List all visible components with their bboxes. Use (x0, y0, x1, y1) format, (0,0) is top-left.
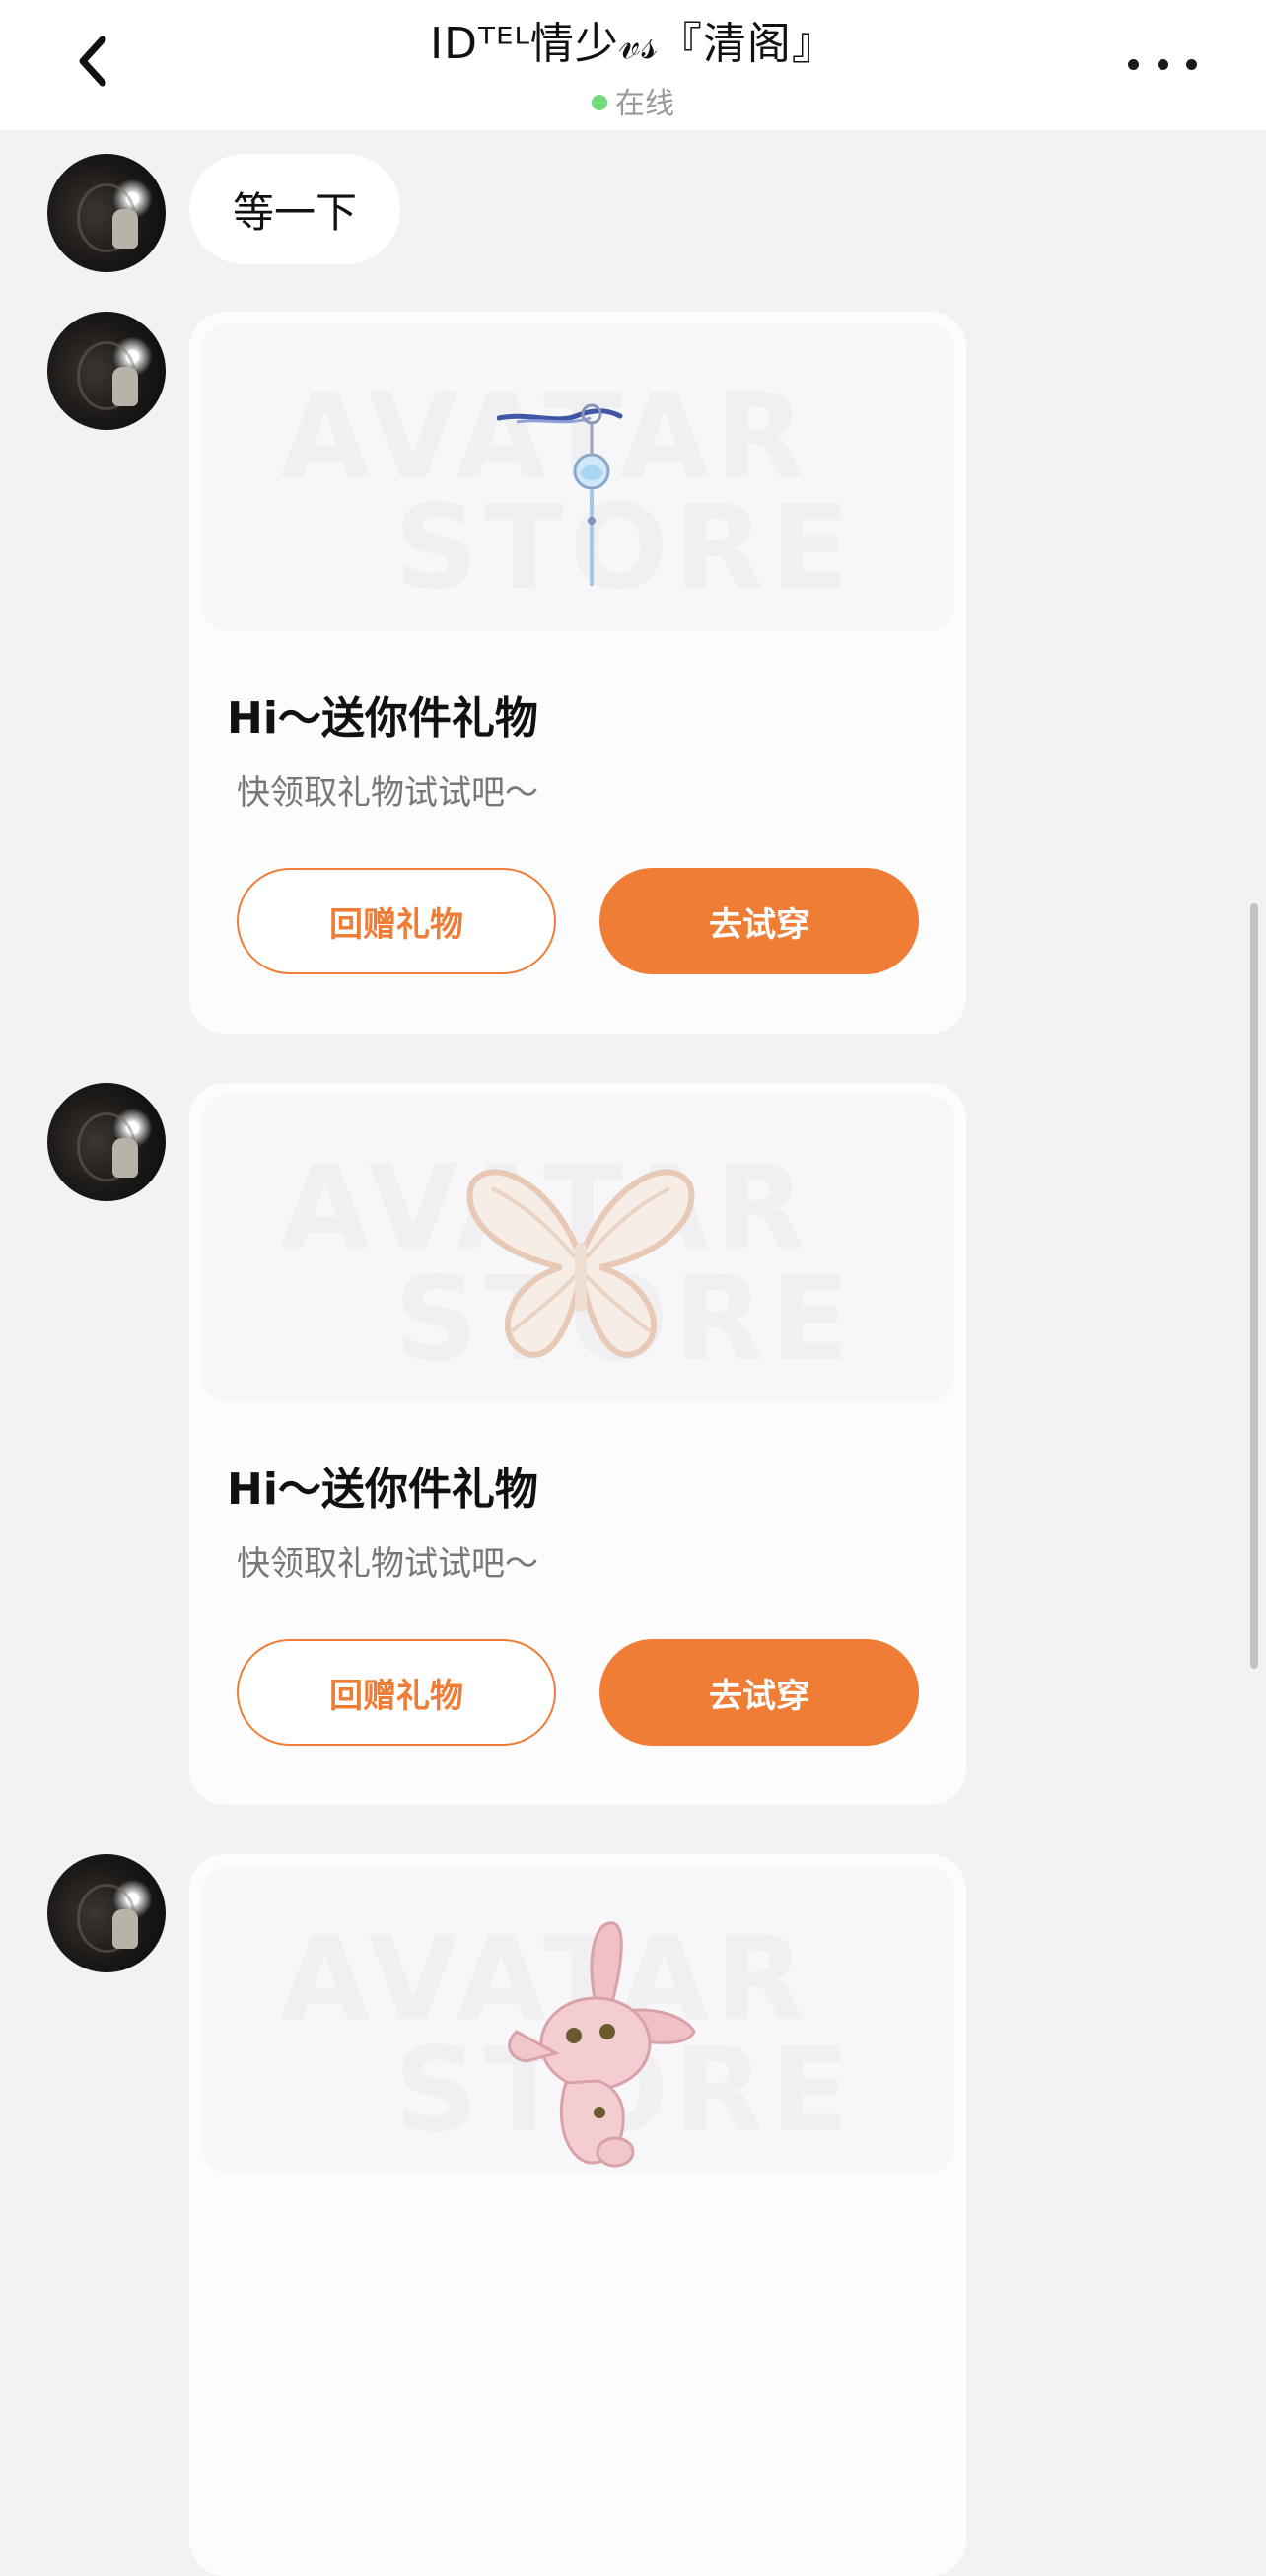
gift-card-title: Hi～送你件礼物 (227, 1465, 538, 1515)
try-on-button[interactable]: 去试穿 (599, 1639, 919, 1746)
more-dot-icon (1157, 58, 1168, 70)
avatar[interactable] (47, 154, 166, 272)
online-status-label: 在线 (615, 87, 674, 121)
avatar[interactable] (47, 312, 166, 430)
avatar[interactable] (47, 1083, 166, 1201)
gift-card[interactable]: AVATAR STORE Hi～送你件礼物 快领取礼物试试吧～ 回赠礼物 去试穿 (189, 312, 966, 1034)
gift-image[interactable]: AVATAR STORE (201, 323, 954, 631)
scrollbar[interactable] (1250, 903, 1258, 1669)
bunny-plush-icon (508, 1921, 696, 2168)
more-dot-icon (1128, 58, 1139, 70)
hairpin-tassel-icon (497, 403, 623, 586)
return-gift-button[interactable]: 回赠礼物 (237, 1639, 556, 1746)
more-dot-icon (1186, 58, 1197, 70)
chat-title: IDᵀᴱᴸ情少𝓋𝓈『清阁』 (430, 19, 836, 69)
gift-image[interactable]: AVATAR STORE (201, 1866, 954, 2174)
avatar[interactable] (47, 1854, 166, 1972)
gift-card[interactable]: AVATAR STORE Hi～送你件礼物 快领取礼物试试吧～ 回赠礼物 去试穿 (189, 1083, 966, 1805)
online-status: 在线 (0, 79, 1266, 122)
gift-card[interactable]: AVATAR STORE (189, 1854, 966, 2576)
more-options-button[interactable] (1128, 39, 1197, 89)
gift-card-subtitle: 快领取礼物试试吧～ (237, 773, 538, 813)
chat-header: IDᵀᴱᴸ情少𝓋𝓈『清阁』 在线 (0, 0, 1266, 130)
gift-card-subtitle: 快领取礼物试试吧～ (237, 1544, 538, 1584)
gift-image[interactable]: AVATAR STORE (201, 1095, 954, 1402)
return-gift-button[interactable]: 回赠礼物 (237, 868, 556, 974)
try-on-button[interactable]: 去试穿 (599, 868, 919, 974)
butterfly-icon (466, 1169, 695, 1358)
gift-card-title: Hi～送你件礼物 (227, 693, 538, 744)
text-message-bubble[interactable]: 等一下 (189, 154, 401, 264)
online-dot-icon (592, 95, 607, 110)
